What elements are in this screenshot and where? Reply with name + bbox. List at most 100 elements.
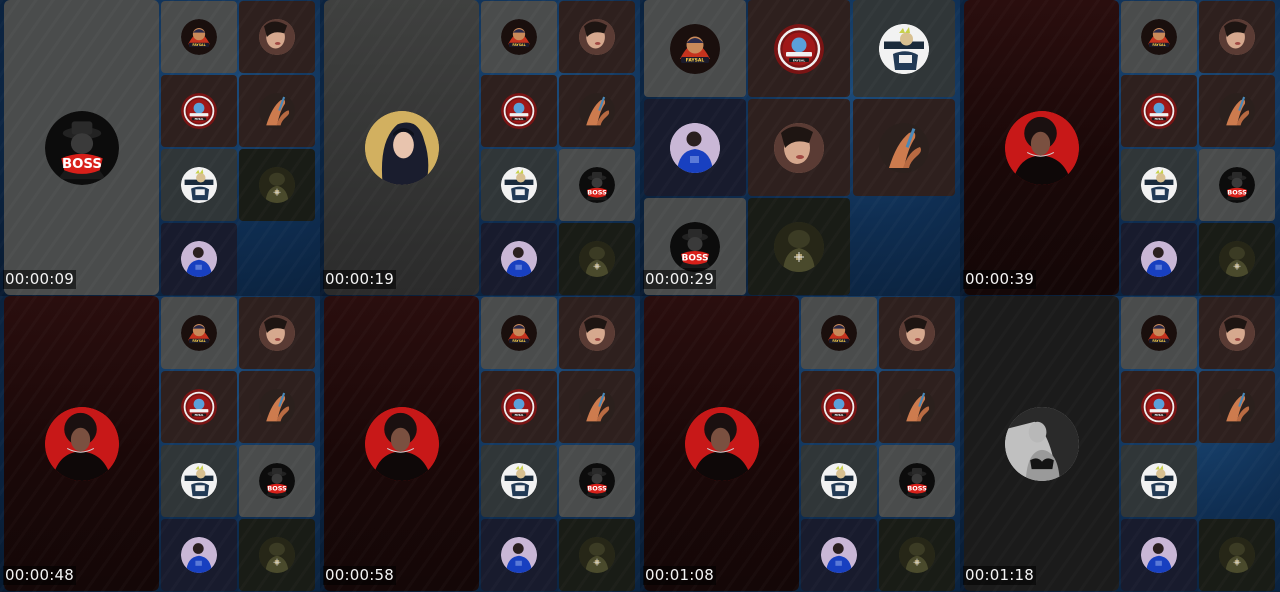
- participant-tile[interactable]: [748, 198, 850, 295]
- curly-hair-red-avatar-icon: [684, 406, 759, 481]
- participant-tile[interactable]: [161, 519, 237, 591]
- participant-tile[interactable]: FAYSAL: [161, 297, 237, 369]
- hand-avatar-icon: [259, 93, 295, 129]
- participant-tile[interactable]: [481, 519, 557, 591]
- participant-avatar: [774, 122, 824, 173]
- main-speaker-tile[interactable]: [644, 296, 799, 591]
- participant-tile[interactable]: FAYSAL: [481, 371, 557, 443]
- participant-tile[interactable]: [559, 1, 635, 73]
- participant-tile[interactable]: [481, 223, 557, 295]
- hand-avatar-icon: [899, 389, 935, 425]
- woman-face-avatar-icon: [1219, 19, 1255, 55]
- woman-face-avatar-icon: [1219, 315, 1255, 351]
- participant-tile[interactable]: [644, 99, 746, 196]
- video-frame-thumbnail[interactable]: FAYSAL FAYSAL BOSS 00:00:48: [0, 296, 320, 592]
- participant-avatar: [1219, 389, 1255, 425]
- participant-tile[interactable]: [1199, 297, 1275, 369]
- boss-logo-icon: BOSS: [899, 463, 935, 499]
- participant-avatar: [1219, 19, 1255, 55]
- participant-avatar: [1141, 537, 1177, 573]
- participant-tile[interactable]: FAYSAL: [481, 1, 557, 73]
- participant-tile[interactable]: [161, 445, 237, 517]
- blue-shirt-avatar-icon: [501, 537, 537, 573]
- participant-tile[interactable]: FAYSAL: [801, 297, 877, 369]
- participant-tile[interactable]: [239, 297, 315, 369]
- participant-tile[interactable]: BOSS: [239, 445, 315, 517]
- participant-tile[interactable]: [1199, 1, 1275, 73]
- main-speaker-tile[interactable]: [4, 296, 159, 591]
- video-frame-thumbnail[interactable]: FAYSAL FAYSAL BOSS 00:00:39: [960, 0, 1280, 296]
- participant-avatar: [579, 389, 615, 425]
- main-speaker-tile[interactable]: [324, 0, 479, 295]
- participant-tile[interactable]: [853, 0, 955, 97]
- participant-tile[interactable]: FAYSAL: [1121, 1, 1197, 73]
- boss-logo-icon: BOSS: [670, 221, 720, 272]
- participant-tile[interactable]: [1199, 519, 1275, 591]
- participant-tile[interactable]: [559, 223, 635, 295]
- participant-tile[interactable]: [559, 297, 635, 369]
- participant-tile[interactable]: [481, 149, 557, 221]
- participant-tile[interactable]: FAYSAL: [481, 75, 557, 147]
- participant-tile[interactable]: [1121, 445, 1197, 517]
- participant-tile[interactable]: FAYSAL: [161, 371, 237, 443]
- video-frame-thumbnail[interactable]: FAYSAL FAYSAL BOSS 00:00:29: [640, 0, 960, 296]
- participant-tile[interactable]: [239, 149, 315, 221]
- video-frame-thumbnail[interactable]: BOSS FAYSAL FAYSAL 00:00:09: [0, 0, 320, 296]
- main-speaker-tile[interactable]: [324, 296, 479, 591]
- participant-tile[interactable]: [879, 297, 955, 369]
- king-of-tiktok-badge-icon: FAYSAL: [1141, 389, 1177, 425]
- video-frame-thumbnail[interactable]: FAYSAL FAYSAL 00:01:18: [960, 296, 1280, 592]
- participant-tile[interactable]: FAYSAL: [801, 371, 877, 443]
- participant-tile[interactable]: FAYSAL: [1121, 371, 1197, 443]
- main-speaker-tile[interactable]: [964, 0, 1119, 295]
- participant-tile[interactable]: FAYSAL: [644, 0, 746, 97]
- cartoon-character-avatar-icon: [821, 463, 857, 499]
- participant-tile[interactable]: [239, 1, 315, 73]
- participant-tile[interactable]: FAYSAL: [161, 75, 237, 147]
- participant-tile[interactable]: [559, 75, 635, 147]
- participant-tile[interactable]: [1199, 371, 1275, 443]
- blue-shirt-avatar-icon: [181, 241, 217, 277]
- participant-avatar: [774, 221, 824, 272]
- participant-tile[interactable]: FAYSAL: [481, 297, 557, 369]
- participant-tile[interactable]: [1121, 223, 1197, 295]
- participant-tile[interactable]: [239, 75, 315, 147]
- participant-tile[interactable]: FAYSAL: [1121, 75, 1197, 147]
- participant-tile[interactable]: FAYSAL: [161, 1, 237, 73]
- participant-tile[interactable]: [748, 99, 850, 196]
- participant-tile[interactable]: [1121, 519, 1197, 591]
- participant-avatar: BOSS: [579, 463, 615, 499]
- participant-tile[interactable]: BOSS: [1199, 149, 1275, 221]
- video-frame-thumbnail[interactable]: FAYSAL FAYSAL BOSS 00:00:19: [320, 0, 640, 296]
- participant-tile[interactable]: [559, 371, 635, 443]
- soldier-avatar-icon: [1219, 241, 1255, 277]
- participant-avatar: [1141, 167, 1177, 203]
- participant-tile[interactable]: [801, 445, 877, 517]
- participant-avatar: [579, 315, 615, 351]
- participant-tile[interactable]: [853, 99, 955, 196]
- participant-avatar: FAYSAL: [501, 315, 537, 351]
- participant-tile[interactable]: [879, 519, 955, 591]
- participant-tile[interactable]: [559, 519, 635, 591]
- participant-tile[interactable]: FAYSAL: [748, 0, 850, 97]
- participant-tile[interactable]: BOSS: [559, 149, 635, 221]
- participant-avatar: [1004, 406, 1079, 481]
- video-frame-thumbnail[interactable]: FAYSAL FAYSAL BOSS 00:01:08: [640, 296, 960, 592]
- participant-tile[interactable]: [1199, 75, 1275, 147]
- main-speaker-tile[interactable]: [964, 296, 1119, 591]
- participant-tile[interactable]: [801, 519, 877, 591]
- participant-tile[interactable]: BOSS: [559, 445, 635, 517]
- participant-tile[interactable]: [161, 149, 237, 221]
- participant-tile[interactable]: [239, 519, 315, 591]
- participant-tile[interactable]: [481, 445, 557, 517]
- video-frame-thumbnail[interactable]: FAYSAL FAYSAL BOSS 00:00:58: [320, 296, 640, 592]
- participant-tile[interactable]: BOSS: [879, 445, 955, 517]
- participant-tile[interactable]: [161, 223, 237, 295]
- participant-tile[interactable]: [879, 371, 955, 443]
- participant-tile[interactable]: [1199, 223, 1275, 295]
- participant-tile[interactable]: [1121, 149, 1197, 221]
- participant-tile[interactable]: FAYSAL: [1121, 297, 1197, 369]
- main-speaker-tile[interactable]: BOSS: [4, 0, 159, 295]
- participant-avatar: [259, 389, 295, 425]
- participant-tile[interactable]: [239, 371, 315, 443]
